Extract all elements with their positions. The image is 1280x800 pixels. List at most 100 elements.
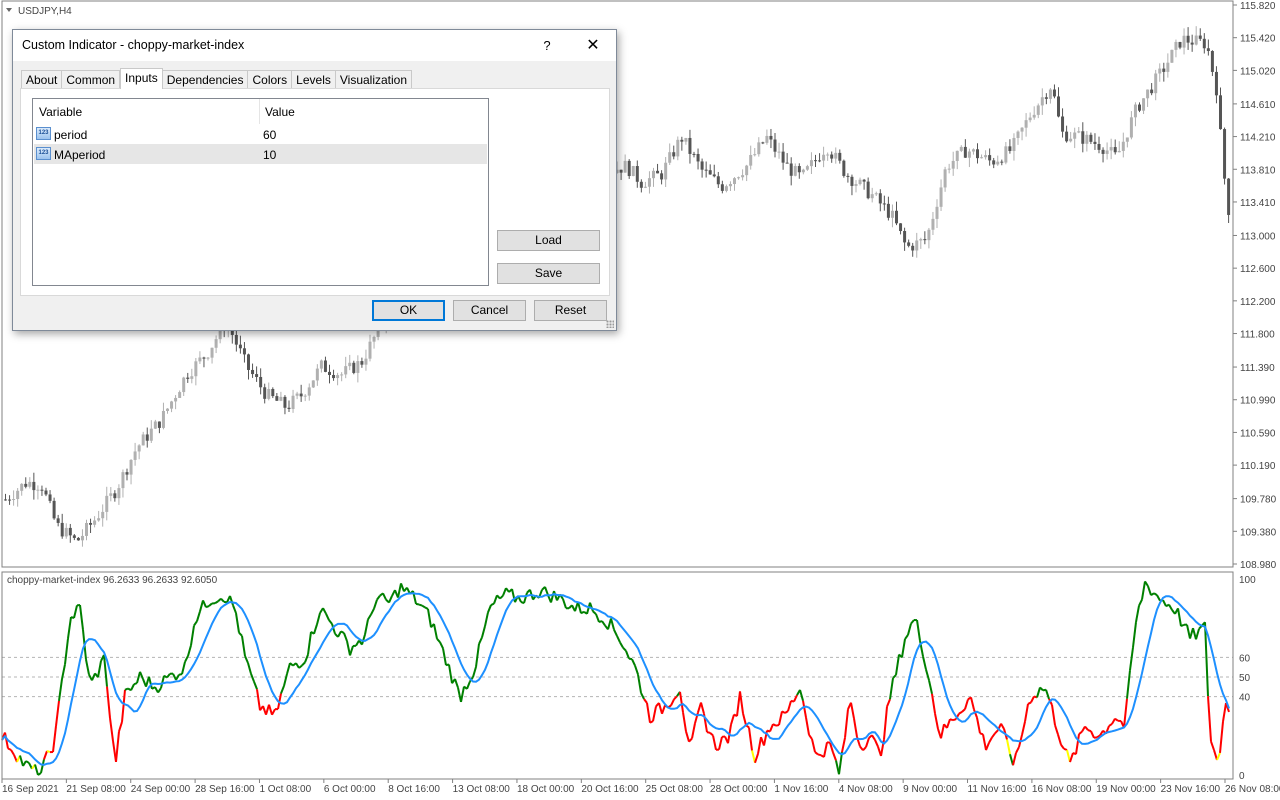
cmi-segment (1156, 594, 1161, 602)
column-header-variable[interactable]: Variable (39, 105, 82, 119)
candle-body (259, 376, 263, 388)
help-button[interactable]: ? (535, 34, 559, 58)
candle-body (931, 218, 935, 230)
price-label: 111.390 (1240, 363, 1275, 374)
cmi-segment (214, 600, 219, 605)
candle-body (757, 142, 761, 155)
tab-inputs[interactable]: Inputs (120, 68, 163, 89)
cmi-segment (415, 602, 420, 606)
cmi-segment (1078, 730, 1083, 735)
cmi-segment (64, 638, 69, 665)
candle-body (364, 358, 368, 365)
candle-body (696, 153, 700, 162)
ok-button[interactable]: OK (372, 300, 445, 321)
cmi-segment (304, 654, 309, 663)
cmi-segment (250, 673, 255, 682)
candle-body (174, 397, 178, 402)
tab-common[interactable]: Common (62, 70, 121, 89)
cmi-segment (793, 694, 798, 703)
column-divider[interactable] (259, 99, 260, 124)
candle-body (328, 371, 331, 375)
candle-body (137, 445, 141, 452)
cmi-segment (649, 720, 654, 724)
row-value[interactable]: 60 (263, 128, 276, 142)
cmi-segment (247, 662, 252, 675)
candle-body (93, 520, 97, 525)
cmi-segment (844, 709, 849, 738)
cmi-segment (1030, 695, 1035, 703)
candle-body (1061, 116, 1065, 132)
tab-dependencies[interactable]: Dependencies (162, 70, 249, 89)
candle-body (1227, 178, 1231, 215)
cmi-segment (1153, 592, 1158, 596)
candle-body (874, 193, 878, 195)
cmi-segment (271, 708, 276, 716)
close-icon[interactable]: ✕ (581, 34, 605, 58)
cmi-segment (472, 666, 477, 678)
candle-body (862, 179, 866, 182)
column-header-value[interactable]: Value (265, 105, 295, 119)
candle-body (344, 366, 348, 375)
candle-body (1105, 150, 1109, 154)
cmi-segment (628, 657, 633, 661)
cmi-segment (424, 606, 429, 610)
time-label: 26 Nov 08:00 (1225, 784, 1280, 795)
time-label: 4 Nov 08:00 (839, 784, 893, 795)
candle-body (704, 169, 708, 171)
candle-body (28, 481, 32, 487)
cmi-segment (634, 665, 639, 675)
cmi-segment (814, 751, 819, 756)
resize-grip-icon[interactable] (606, 320, 614, 328)
price-label: 110.990 (1240, 396, 1276, 407)
candle-body (911, 245, 915, 251)
cmi-segment (748, 727, 753, 751)
cmi-segment (670, 698, 675, 706)
save-button[interactable]: Save (497, 263, 600, 284)
cmi-segment (1114, 717, 1119, 722)
cmi-segment (307, 631, 312, 655)
candle-body (323, 360, 327, 372)
cmi-segment (940, 723, 945, 739)
tab-about[interactable]: About (21, 70, 63, 89)
cmi-segment (1177, 608, 1182, 627)
cmi-segment (52, 725, 57, 753)
cmi-segment (718, 736, 723, 750)
tab-visualization[interactable]: Visualization (335, 70, 413, 89)
candle-body (40, 489, 44, 491)
tab-colors[interactable]: Colors (248, 70, 293, 89)
candle-body (1117, 150, 1121, 153)
candle-body (984, 155, 988, 158)
candle-body (214, 339, 218, 348)
inputs-panel: Variable Value 123 period 60 123 MAperio… (20, 88, 610, 296)
time-label: 25 Oct 08:00 (646, 784, 704, 795)
candle-body (809, 160, 813, 167)
reset-button[interactable]: Reset (534, 300, 607, 321)
candle-body (789, 163, 793, 176)
cmi-segment (202, 599, 207, 608)
candle-body (1020, 127, 1024, 132)
time-label: 13 Oct 08:00 (453, 784, 511, 795)
candle-body (279, 396, 283, 401)
cmi-segment (199, 600, 204, 612)
cmi-segment (616, 635, 621, 643)
candle-body (255, 374, 259, 377)
cmi-segment (811, 738, 816, 753)
candle-body (299, 393, 303, 397)
cmi-segment (19, 755, 24, 767)
candle-body (206, 357, 210, 359)
cmi-segment (106, 686, 111, 719)
cancel-button[interactable]: Cancel (453, 300, 526, 321)
candle-body (56, 518, 60, 523)
candle-body (676, 139, 680, 157)
cmi-segment (1147, 585, 1152, 596)
inputs-table[interactable]: Variable Value 123 period 60 123 MAperio… (32, 98, 489, 286)
cmi-segment (892, 674, 897, 679)
candle-body (238, 344, 242, 349)
table-row[interactable]: 123 MAperiod 10 (34, 144, 487, 164)
load-button[interactable]: Load (497, 230, 600, 251)
candle-body (267, 388, 271, 399)
candle-body (866, 181, 870, 199)
tab-levels[interactable]: Levels (292, 70, 336, 89)
row-value[interactable]: 10 (263, 148, 276, 162)
table-row[interactable]: 123 period 60 (34, 124, 487, 144)
